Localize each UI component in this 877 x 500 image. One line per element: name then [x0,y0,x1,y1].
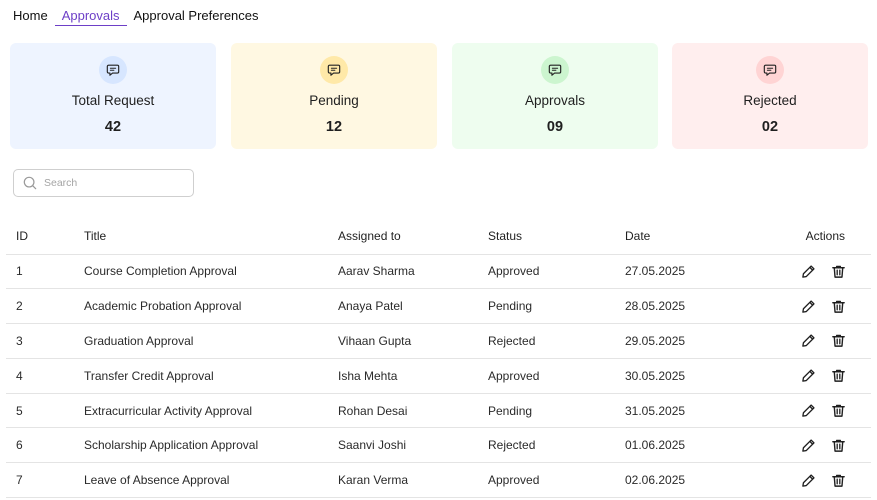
cell-date: 29.05.2025 [615,323,775,359]
stat-card-pending: Pending 12 [231,43,437,149]
cell-status: Rejected [478,323,615,359]
cell-date: 27.05.2025 [615,254,775,290]
trash-icon[interactable] [829,402,847,420]
tab-approvals[interactable]: Approvals [54,7,127,26]
stat-label: Pending [309,93,359,108]
cell-actions [775,323,871,359]
cell-title: Leave of Absence Approval [74,462,328,499]
cell-actions [775,393,871,429]
cell-actions [775,358,871,394]
cell-title: Scholarship Application Approval [74,427,328,464]
stat-value: 12 [325,119,343,135]
edit-icon[interactable] [799,402,817,420]
column-header-id[interactable]: ID [6,219,74,255]
cell-date: 31.05.2025 [615,393,775,429]
cell-title: Academic Probation Approval [74,288,328,325]
edit-icon[interactable] [799,471,817,489]
trash-icon[interactable] [829,471,847,489]
cell-assigned-to: Isha Mehta [328,358,478,394]
search-box[interactable] [13,169,194,197]
table-row[interactable]: 5 Extracurricular Activity Approval Rohan … [6,393,871,429]
table-row[interactable]: 2 Academic Probation Approval Anaya Patel P… [6,288,871,325]
approvals-table: ID Title Assigned to Status Date Actions… [6,219,871,499]
cell-status: Pending [478,393,615,429]
stat-value: 42 [104,119,122,135]
trash-icon[interactable] [829,436,847,454]
edit-icon[interactable] [799,367,817,385]
edit-icon[interactable] [799,332,817,350]
cell-assigned-to: Saanvi Joshi [328,427,478,464]
cell-assigned-to: Rohan Desai [328,393,478,429]
cell-status: Rejected [478,427,615,464]
cell-status: Approved [478,254,615,290]
cell-title: Graduation Approval [74,323,328,359]
cell-actions [775,254,871,290]
trash-icon[interactable] [829,297,847,315]
column-header-date[interactable]: Date [615,219,775,255]
cell-status: Pending [478,288,615,325]
stat-value: 02 [761,119,779,135]
cell-date: 01.06.2025 [615,427,775,464]
edit-icon[interactable] [799,297,817,315]
stat-card-rejected: Rejected 02 [672,43,868,149]
trash-icon[interactable] [829,332,847,350]
cell-id: 1 [6,254,74,290]
stat-card-total-request: Total Request 42 [10,43,216,149]
column-header-title[interactable]: Title [74,219,328,255]
table-row[interactable]: 7 Leave of Absence Approval Karan Verma App… [6,462,871,499]
cell-title: Transfer Credit Approval [74,358,328,394]
cell-date: 02.06.2025 [615,462,775,499]
stat-label: Rejected [743,93,797,108]
table-row[interactable]: 6 Scholarship Application Approval Saanvi … [6,427,871,464]
column-header-actions: Actions [775,219,871,255]
cell-actions [775,288,871,325]
cell-id: 4 [6,358,74,394]
trash-icon[interactable] [829,367,847,385]
cell-id: 5 [6,393,74,429]
column-header-assigned-to[interactable]: Assigned to [328,219,478,255]
cell-assigned-to: Aarav Sharma [328,254,478,290]
search-input[interactable] [44,177,184,189]
table-row[interactable]: 1 Course Completion Approval Aarav Sharma A… [6,254,871,290]
chat-bubble-icon [756,56,784,84]
stats-cards: Total Request 42 Pending 12 Approvals 09… [10,43,868,149]
stat-card-approvals: Approvals 09 [452,43,658,149]
cell-id: 2 [6,288,74,325]
search-icon [23,176,37,190]
stat-value: 09 [546,119,564,135]
chat-bubble-icon [320,56,348,84]
table-row[interactable]: 3 Graduation Approval Vihaan Gupta Rejected… [6,323,871,359]
trash-icon[interactable] [829,262,847,280]
cell-title: Course Completion Approval [74,254,328,290]
edit-icon[interactable] [799,262,817,280]
cell-status: Approved [478,462,615,499]
stat-label: Approvals [524,93,586,108]
cell-id: 6 [6,427,74,464]
chat-bubble-icon [99,56,127,84]
cell-assigned-to: Vihaan Gupta [328,323,478,359]
cell-assigned-to: Karan Verma [328,462,478,499]
cell-actions [775,462,871,499]
cell-title: Extracurricular Activity Approval [74,393,328,429]
table-header-row: ID Title Assigned to Status Date Actions [6,219,871,255]
cell-id: 3 [6,323,74,359]
top-nav-tabs: Home Approvals Approval Preferences [13,7,266,26]
cell-id: 7 [6,462,74,499]
chat-bubble-icon [541,56,569,84]
tab-approval-preferences[interactable]: Approval Preferences [127,7,266,26]
cell-date: 28.05.2025 [615,288,775,325]
cell-assigned-to: Anaya Patel [328,288,478,325]
table-row[interactable]: 4 Transfer Credit Approval Isha Mehta Appro… [6,358,871,394]
cell-status: Approved [478,358,615,394]
stat-label: Total Request [71,93,155,108]
tab-home[interactable]: Home [13,7,55,26]
column-header-status[interactable]: Status [478,219,615,255]
edit-icon[interactable] [799,436,817,454]
cell-actions [775,427,871,464]
cell-date: 30.05.2025 [615,358,775,394]
